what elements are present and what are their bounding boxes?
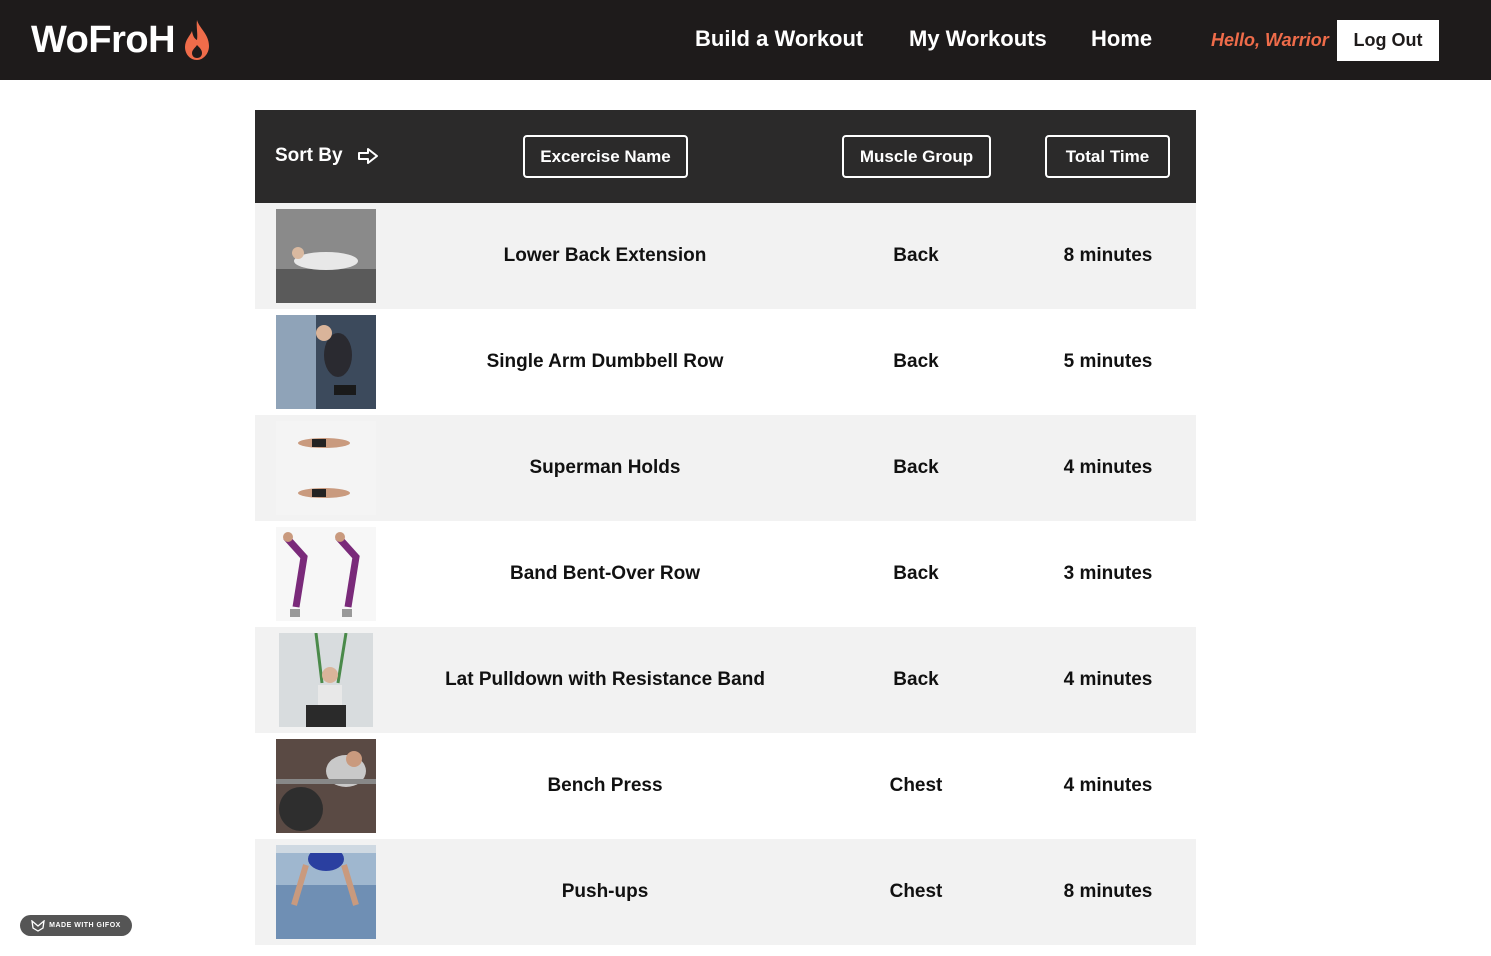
exercise-photo-icon bbox=[276, 845, 376, 939]
exercise-name: Superman Holds bbox=[529, 457, 681, 478]
total-time: 8 minutes bbox=[1063, 881, 1153, 902]
total-time: 4 minutes bbox=[1063, 669, 1153, 690]
exercise-thumbnail[interactable] bbox=[276, 845, 376, 939]
sort-total-time-button[interactable]: Total Time bbox=[1045, 135, 1170, 178]
table-row[interactable]: Single Arm Dumbbell Row Back 5 minutes bbox=[255, 309, 1196, 415]
exercise-table: Sort By Excercise Name Muscle Group Tota… bbox=[255, 110, 1196, 945]
table-row[interactable]: Lat Pulldown with Resistance Band Back 4… bbox=[255, 627, 1196, 733]
table-header: Sort By Excercise Name Muscle Group Tota… bbox=[255, 110, 1196, 203]
exercise-thumbnail[interactable] bbox=[276, 527, 376, 621]
brand-logo[interactable]: WoFroH bbox=[31, 18, 213, 62]
exercise-photo-icon bbox=[276, 209, 376, 303]
table-row[interactable]: Bench Press Chest 4 minutes bbox=[255, 733, 1196, 839]
exercise-name: Lat Pulldown with Resistance Band bbox=[445, 669, 765, 690]
total-time: 3 minutes bbox=[1063, 563, 1153, 584]
sort-by-label: Sort By bbox=[275, 145, 343, 166]
exercise-thumbnail[interactable] bbox=[276, 209, 376, 303]
exercise-name: Bench Press bbox=[547, 775, 663, 796]
total-time: 4 minutes bbox=[1063, 457, 1153, 478]
gifox-watermark: MADE WITH GIFOX bbox=[20, 915, 132, 936]
exercise-thumbnail[interactable] bbox=[276, 315, 376, 409]
nav-link-build-workout[interactable]: Build a Workout bbox=[695, 26, 863, 52]
table-body: Lower Back Extension Back 8 minutes Sing… bbox=[255, 203, 1196, 945]
user-greeting: Hello, Warrior bbox=[1211, 30, 1329, 50]
exercise-thumbnail[interactable] bbox=[276, 633, 376, 727]
muscle-group: Back bbox=[893, 669, 939, 690]
exercise-thumbnail[interactable] bbox=[276, 739, 376, 833]
nav-link-home[interactable]: Home bbox=[1091, 26, 1152, 52]
exercise-thumbnail[interactable] bbox=[276, 421, 376, 515]
exercise-photo-icon bbox=[276, 527, 376, 621]
total-time: 5 minutes bbox=[1063, 351, 1153, 372]
nav-link-my-workouts[interactable]: My Workouts bbox=[909, 26, 1047, 52]
exercise-photo-icon bbox=[279, 633, 373, 727]
exercise-name: Push-ups bbox=[561, 881, 649, 902]
exercise-photo-icon bbox=[276, 739, 376, 833]
exercise-photo-icon bbox=[276, 315, 376, 409]
sort-exercise-name-button[interactable]: Excercise Name bbox=[523, 135, 688, 178]
arrow-right-icon bbox=[358, 148, 378, 164]
table-row[interactable]: Lower Back Extension Back 8 minutes bbox=[255, 203, 1196, 309]
muscle-group: Back bbox=[893, 351, 939, 372]
exercise-photo-icon bbox=[276, 421, 376, 515]
sort-muscle-group-button[interactable]: Muscle Group bbox=[842, 135, 991, 178]
total-time: 8 minutes bbox=[1063, 245, 1153, 266]
logout-button[interactable]: Log Out bbox=[1337, 20, 1439, 61]
muscle-group: Back bbox=[893, 457, 939, 478]
exercise-name: Lower Back Extension bbox=[503, 245, 707, 266]
muscle-group: Chest bbox=[889, 881, 943, 902]
exercise-name: Single Arm Dumbbell Row bbox=[486, 351, 724, 372]
muscle-group: Chest bbox=[889, 775, 943, 796]
total-time: 4 minutes bbox=[1063, 775, 1153, 796]
top-navbar: WoFroH Build a Workout My Workouts Home … bbox=[0, 0, 1491, 80]
muscle-group: Back bbox=[893, 563, 939, 584]
brand-name: WoFroH bbox=[31, 18, 176, 61]
table-row[interactable]: Band Bent-Over Row Back 3 minutes bbox=[255, 521, 1196, 627]
flame-icon bbox=[185, 20, 210, 60]
exercise-name: Band Bent-Over Row bbox=[509, 563, 701, 584]
fox-icon bbox=[31, 919, 45, 932]
table-row[interactable]: Push-ups Chest 8 minutes bbox=[255, 839, 1196, 945]
table-row[interactable]: Superman Holds Back 4 minutes bbox=[255, 415, 1196, 521]
muscle-group: Back bbox=[893, 245, 939, 266]
watermark-text: MADE WITH GIFOX bbox=[49, 922, 121, 929]
